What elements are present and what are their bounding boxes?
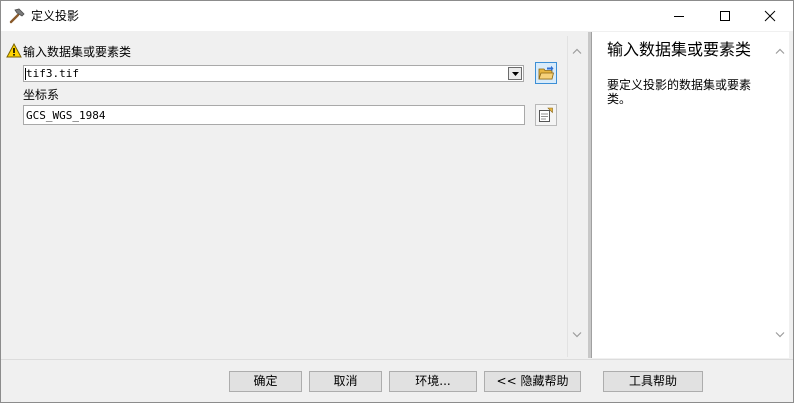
help-scrollbar[interactable]	[772, 32, 788, 356]
coordinate-system-label: 坐标系	[23, 88, 60, 102]
chevron-up-icon[interactable]	[775, 48, 785, 54]
tool-help-button[interactable]: 工具帮助	[603, 371, 703, 392]
chevron-down-icon[interactable]	[572, 332, 582, 338]
input-dataset-combobox[interactable]: tif3.tif	[23, 65, 524, 82]
dialog-footer: 确定 取消 环境... << 隐藏帮助 工具帮助	[1, 359, 793, 402]
environments-button[interactable]: 环境...	[389, 371, 477, 392]
cancel-button[interactable]: 取消	[309, 371, 382, 392]
chevron-up-icon[interactable]	[572, 48, 582, 54]
browse-dataset-button[interactable]	[535, 62, 557, 84]
chevron-down-icon[interactable]	[775, 332, 785, 338]
hide-help-button[interactable]: << 隐藏帮助	[484, 371, 581, 392]
maximize-button[interactable]	[702, 1, 748, 31]
open-folder-icon	[538, 65, 554, 80]
maximize-icon	[720, 11, 730, 21]
help-description: 要定义投影的数据集或要素类。	[607, 78, 752, 106]
coordinate-system-properties-button[interactable]	[535, 104, 557, 126]
coordinate-system-field[interactable]: GCS_WGS_1984	[23, 105, 525, 125]
window-title: 定义投影	[31, 9, 80, 23]
close-button[interactable]	[747, 1, 793, 31]
hammer-icon	[8, 7, 26, 25]
title-bar[interactable]: 定义投影	[1, 1, 793, 31]
coordinate-system-value: GCS_WGS_1984	[26, 109, 106, 122]
input-dataset-value: tif3.tif	[26, 67, 79, 80]
input-dataset-label: 输入数据集或要素类	[23, 45, 132, 59]
chevron-down-icon	[512, 72, 519, 76]
minimize-button[interactable]	[656, 1, 702, 31]
warning-icon	[6, 42, 22, 58]
parameters-pane: 输入数据集或要素类 tif3.tif 坐标系 GCS_WGS_1984	[3, 36, 587, 357]
parameters-scrollbar[interactable]	[567, 36, 586, 357]
help-title: 输入数据集或要素类	[607, 40, 752, 59]
spatial-reference-icon	[539, 107, 553, 122]
minimize-icon	[674, 16, 684, 17]
dropdown-button[interactable]	[508, 67, 522, 80]
define-projection-window: 定义投影 输入数据集或要素类 tif3.tif 坐标系 GCS_WGS_1984…	[0, 0, 794, 403]
help-pane: 输入数据集或要素类 要定义投影的数据集或要素类。	[591, 32, 789, 358]
ok-button[interactable]: 确定	[229, 371, 302, 392]
close-icon	[764, 10, 776, 22]
